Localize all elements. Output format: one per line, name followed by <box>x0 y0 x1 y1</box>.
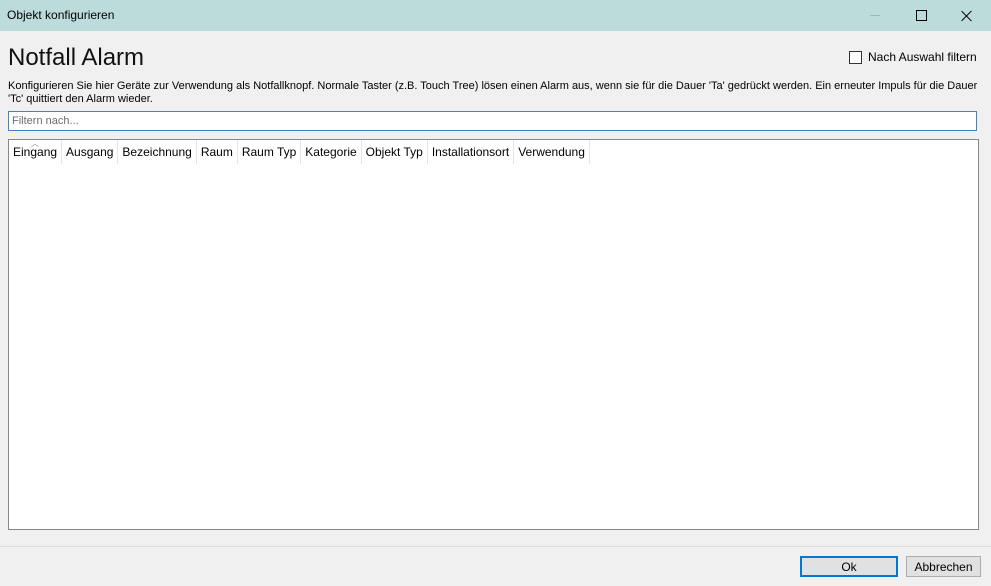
cancel-button[interactable]: Abbrechen <box>906 556 981 577</box>
filter-by-selection-label: Nach Auswahl filtern <box>868 50 977 64</box>
column-header-verwendung[interactable]: Verwendung <box>514 140 590 164</box>
ok-button[interactable]: Ok <box>800 556 898 577</box>
minimize-button[interactable] <box>852 0 898 31</box>
filter-by-selection-checkbox[interactable]: Nach Auswahl filtern <box>849 50 977 64</box>
column-header-bezeichnung[interactable]: Bezeichnung <box>118 140 197 164</box>
column-header-kategorie[interactable]: Kategorie <box>301 140 362 164</box>
maximize-button[interactable] <box>898 0 944 31</box>
maximize-icon <box>915 10 927 21</box>
object-list[interactable]: ︿ Eingang Ausgang Bezeichnung Raum Raum … <box>8 139 979 530</box>
column-header-objekt-typ[interactable]: Objekt Typ <box>362 140 428 164</box>
close-button[interactable] <box>944 0 990 31</box>
column-header-raum-typ[interactable]: Raum Typ <box>238 140 302 164</box>
minimize-icon <box>870 15 880 16</box>
column-headers: ︿ Eingang Ausgang Bezeichnung Raum Raum … <box>9 139 590 164</box>
column-header-raum[interactable]: Raum <box>197 140 238 164</box>
description-text: Konfigurieren Sie hier Geräte zur Verwen… <box>8 80 978 105</box>
close-icon <box>961 10 973 22</box>
window-title: Objekt konfigurieren <box>7 8 115 22</box>
checkbox-box[interactable] <box>849 50 862 64</box>
column-header-ausgang[interactable]: Ausgang <box>62 140 119 164</box>
sort-ascending-icon: ︿ <box>31 139 39 148</box>
search-input[interactable] <box>8 111 977 131</box>
title-bar[interactable]: Objekt konfigurieren <box>0 0 991 31</box>
dialog-window: Objekt konfigurieren Notfall Alarm Nach … <box>0 0 991 586</box>
page-title: Notfall Alarm <box>8 44 145 71</box>
column-header-eingang[interactable]: ︿ Eingang <box>9 139 63 164</box>
column-header-installationsort[interactable]: Installationsort <box>428 140 515 164</box>
